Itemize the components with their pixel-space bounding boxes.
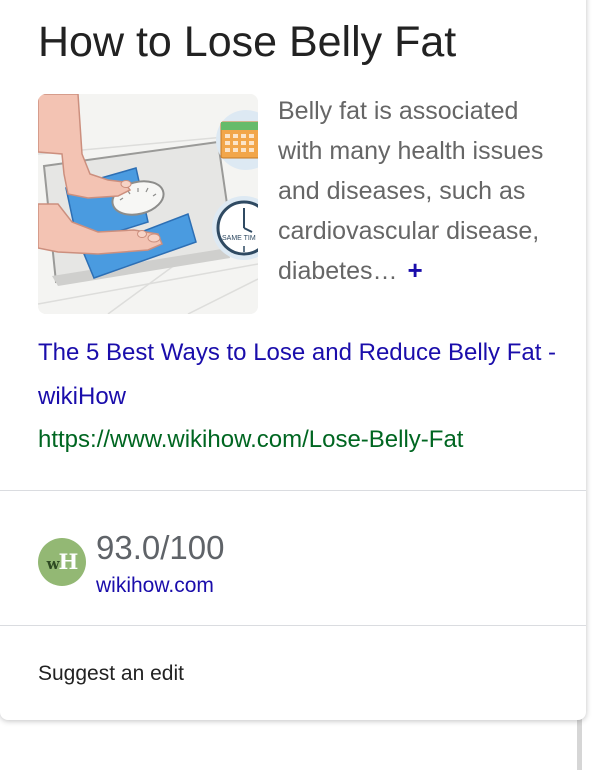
card-main-section: How to Lose Belly Fat SAME TIM Belly fat… (0, 0, 586, 490)
result-url[interactable]: https://www.wikihow.com/Lose-Belly-Fat (38, 423, 463, 457)
edit-section: Suggest an edit (0, 626, 586, 720)
knowledge-panel-card: How to Lose Belly Fat SAME TIM Belly fat… (0, 0, 586, 720)
thumbnail-clock-label: SAME TIM (222, 235, 256, 242)
rating-section: wH 93.0/100 wikihow.com (0, 491, 586, 625)
wikihow-logo-icon: wH (38, 538, 86, 586)
card-title: How to Lose Belly Fat (38, 18, 457, 66)
rating-source-link[interactable]: wikihow.com (96, 572, 214, 600)
page: How to Lose Belly Fat SAME TIM Belly fat… (0, 0, 592, 770)
result-title-link[interactable]: The 5 Best Ways to Lose and Reduce Belly… (38, 331, 558, 419)
plus-icon[interactable]: + (408, 257, 423, 283)
thumbnail-illustration: SAME TIM (38, 94, 258, 314)
article-description: Belly fat is associated with many health… (278, 91, 568, 291)
article-thumbnail[interactable]: SAME TIM (38, 94, 258, 314)
suggest-edit-button[interactable]: Suggest an edit (38, 660, 184, 688)
rating-score: 93.0/100 (96, 529, 225, 566)
